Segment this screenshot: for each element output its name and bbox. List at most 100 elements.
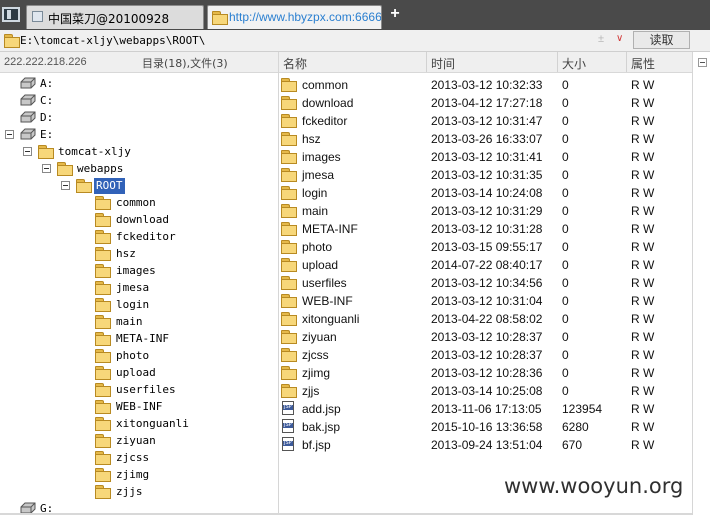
tree-label: webapps xyxy=(77,162,124,175)
folder-row[interactable]: common 2013-03-12 10:32:33 0 R W xyxy=(279,76,692,94)
collapse-icon[interactable] xyxy=(698,58,707,67)
folder-icon xyxy=(95,298,111,312)
jsp-file-icon xyxy=(282,401,294,415)
folder-row[interactable]: hsz 2013-03-26 16:33:07 0 R W xyxy=(279,130,692,148)
directory-tree: A: C: D: E: tomcat-xljy webapps ROOT com… xyxy=(0,72,278,515)
file-row[interactable]: bf.jsp 2013-09-24 13:51:04 670 R W xyxy=(279,436,692,454)
cell-size: 0 xyxy=(562,204,569,218)
cell-size: 0 xyxy=(562,258,569,272)
collapse-icon[interactable] xyxy=(5,130,14,139)
folder-row[interactable]: zjimg 2013-03-12 10:28:36 0 R W xyxy=(279,364,692,382)
cell-attr: R W xyxy=(631,150,655,164)
folder-row[interactable]: download 2013-04-12 17:27:18 0 R W xyxy=(279,94,692,112)
path-input[interactable]: E:\tomcat-xljy\webapps\ROOT\ xyxy=(20,34,205,47)
folder-row[interactable]: ziyuan 2013-03-12 10:28:37 0 R W xyxy=(279,328,692,346)
cell-name: main xyxy=(302,204,329,218)
folder-row[interactable]: fckeditor 2013-03-12 10:31:47 0 R W xyxy=(279,112,692,130)
cell-name: WEB-INF xyxy=(302,294,353,308)
folder-row[interactable]: main 2013-03-12 10:31:29 0 R W xyxy=(279,202,692,220)
folder-icon xyxy=(281,348,297,362)
read-button[interactable]: 读取 xyxy=(633,31,690,49)
cell-time: 2013-03-12 10:28:36 xyxy=(431,366,543,380)
column-header-size[interactable]: 大小 xyxy=(562,55,586,72)
tree-label: C: xyxy=(40,94,54,107)
app-menu-icon[interactable] xyxy=(2,7,20,22)
folder-row[interactable]: photo 2013-03-15 09:55:17 0 R W xyxy=(279,238,692,256)
cell-time: 2013-04-12 17:27:18 xyxy=(431,96,543,110)
cell-name: zjjs xyxy=(302,384,320,398)
chevron-down-icon: ∨ xyxy=(616,33,624,44)
drive-icon xyxy=(20,128,36,140)
folder-icon xyxy=(281,294,297,308)
server-ip: 222.222.218.226 xyxy=(4,56,87,68)
folder-icon xyxy=(281,312,297,326)
window-icon xyxy=(32,11,43,22)
tab-target-site[interactable]: http://www.hbyzpx.com:6666... xyxy=(207,5,382,29)
folder-icon xyxy=(281,168,297,182)
cell-attr: R W xyxy=(631,258,655,272)
cell-size: 123954 xyxy=(562,402,603,416)
cell-name: upload xyxy=(302,258,339,272)
folder-row[interactable]: xitonguanli 2013-04-22 08:58:02 0 R W xyxy=(279,310,692,328)
path-dropdown[interactable]: ± ∨ xyxy=(590,32,630,48)
folder-row[interactable]: zjcss 2013-03-12 10:28:37 0 R W xyxy=(279,346,692,364)
cell-name: zjcss xyxy=(302,348,329,362)
folder-row[interactable]: login 2013-03-14 10:24:08 0 R W xyxy=(279,184,692,202)
watermark: www.wooyun.org xyxy=(504,474,684,498)
cell-time: 2013-03-12 10:34:56 xyxy=(431,276,543,290)
tree-label: zjjs xyxy=(116,485,143,498)
tab-main[interactable]: 中国菜刀@20100928 xyxy=(26,5,204,29)
folder-icon xyxy=(95,468,111,482)
cell-size: 0 xyxy=(562,294,569,308)
folder-icon xyxy=(281,366,297,380)
cell-attr: R W xyxy=(631,402,655,416)
collapse-icon[interactable] xyxy=(61,181,70,190)
column-header-name[interactable]: 名称 xyxy=(283,55,307,72)
cell-name: download xyxy=(302,96,354,110)
folder-icon xyxy=(95,264,111,278)
folder-icon xyxy=(95,332,111,346)
folder-row[interactable]: META-INF 2013-03-12 10:31:28 0 R W xyxy=(279,220,692,238)
cell-attr: R W xyxy=(631,312,655,326)
file-row[interactable]: add.jsp 2013-11-06 17:13:05 123954 R W xyxy=(279,400,692,418)
folder-row[interactable]: WEB-INF 2013-03-12 10:31:04 0 R W xyxy=(279,292,692,310)
collapse-icon[interactable] xyxy=(42,164,51,173)
folder-row[interactable]: images 2013-03-12 10:31:41 0 R W xyxy=(279,148,692,166)
column-header-attr[interactable]: 属性 xyxy=(631,55,655,72)
file-row[interactable]: bak.jsp 2015-10-16 13:36:58 6280 R W xyxy=(279,418,692,436)
tree-label: META-INF xyxy=(116,332,169,345)
column-divider[interactable] xyxy=(557,52,558,72)
cell-time: 2015-10-16 13:36:58 xyxy=(431,420,543,434)
column-divider[interactable] xyxy=(426,52,427,72)
folder-row[interactable]: upload 2014-07-22 08:40:17 0 R W xyxy=(279,256,692,274)
column-divider[interactable] xyxy=(626,52,627,72)
folder-icon xyxy=(95,281,111,295)
tree-label-selected: ROOT xyxy=(94,178,125,194)
tree-label: jmesa xyxy=(116,281,150,294)
cell-size: 0 xyxy=(562,78,569,92)
cell-size: 670 xyxy=(562,438,583,452)
tree-label: photo xyxy=(116,349,150,362)
tree-label: xitonguanli xyxy=(116,417,189,430)
cell-attr: R W xyxy=(631,168,655,182)
cell-time: 2013-03-15 09:55:17 xyxy=(431,240,543,254)
folder-row[interactable]: jmesa 2013-03-12 10:31:35 0 R W xyxy=(279,166,692,184)
tree-label: login xyxy=(116,298,150,311)
folder-row[interactable]: userfiles 2013-03-12 10:34:56 0 R W xyxy=(279,274,692,292)
cell-name: userfiles xyxy=(302,276,347,290)
cell-attr: R W xyxy=(631,384,655,398)
folder-row[interactable]: zjjs 2013-03-14 10:25:08 0 R W xyxy=(279,382,692,400)
folder-icon xyxy=(38,145,54,159)
tree-label: fckeditor xyxy=(116,230,176,243)
collapse-icon[interactable] xyxy=(23,147,32,156)
cell-name: ziyuan xyxy=(302,330,337,344)
cell-attr: R W xyxy=(631,132,655,146)
column-header-time[interactable]: 时间 xyxy=(431,55,455,72)
folder-icon xyxy=(95,451,111,465)
tree-label: D: xyxy=(40,111,54,124)
cell-attr: R W xyxy=(631,204,655,218)
jsp-file-icon xyxy=(282,419,294,433)
tree-label: download xyxy=(116,213,169,226)
new-tab-button[interactable]: + xyxy=(388,6,402,22)
cell-size: 0 xyxy=(562,276,569,290)
